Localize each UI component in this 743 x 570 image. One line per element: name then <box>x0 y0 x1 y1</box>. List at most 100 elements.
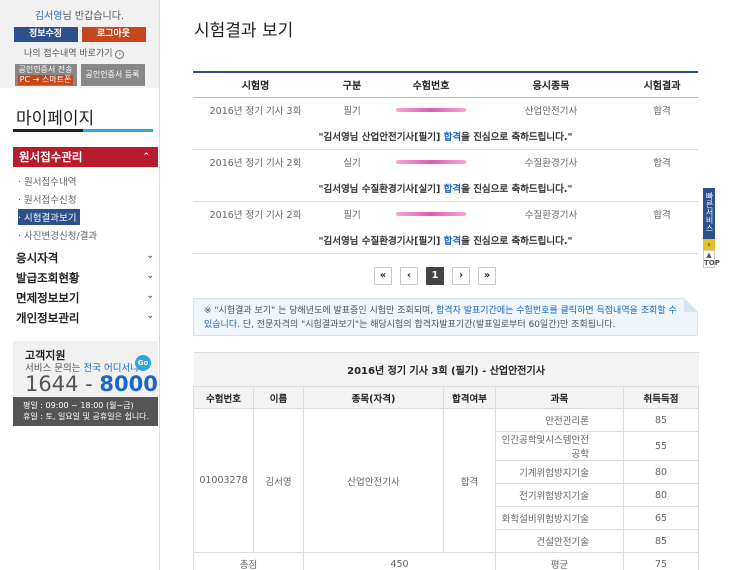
sidebar-subitem-apply[interactable]: · 원서접수신청 <box>18 192 77 206</box>
detail-header-row: 수험번호 이름 종목(자격) 합격여부 과목 취득득점 <box>193 386 700 409</box>
shortcut-link[interactable]: 나의 접수내역 바로가기 › <box>0 46 159 59</box>
cert-transfer-button[interactable]: 공인인증서 전송 PC → 스마트폰 <box>14 64 77 86</box>
msg-part: "김서영님 수질환경기사[실기] <box>318 183 444 195</box>
exam-type: 실기 <box>343 158 361 170</box>
detail-pass: 합격 <box>443 408 496 553</box>
page-title: 시험결과 보기 <box>194 21 294 41</box>
chevron-down-icon: ⌄ <box>146 311 154 321</box>
sidebar-item-privacy[interactable]: 개인정보관리 ⌄ <box>16 310 154 326</box>
cert-register-button[interactable]: 공인인증서 등록 <box>80 64 145 86</box>
col-score: 취득득점 <box>622 386 700 409</box>
exam-number-link[interactable] <box>386 201 476 227</box>
subitem-label: 원서접수내역 <box>24 177 77 188</box>
table-row: 2016년 정기 기사 2회 필기 수질환경기사 합격 <box>193 201 698 227</box>
total-label: 총점 <box>193 552 304 570</box>
sidebar-item-exemption[interactable]: 면제정보보기 ⌄ <box>16 290 154 306</box>
sidebar-item-qualification[interactable]: 응시자격 ⌄ <box>16 250 154 266</box>
user-name: 김서영 <box>34 11 63 22</box>
results-table: 시험명 구분 수험번호 응시종목 시험결과 2016년 정기 기사 3회 필기 … <box>193 71 698 254</box>
menu-label: 개인정보관리 <box>16 311 80 325</box>
msg-part: 을 진심으로 축하드립니다." <box>461 131 573 143</box>
menu-label: 면제정보보기 <box>16 291 80 305</box>
notice-text: ※ "시험결과 보기" 는 당해년도에 발표중인 시험만 조회되며, <box>204 306 437 316</box>
go-icon[interactable]: Go <box>135 355 151 371</box>
exam-type: 필기 <box>343 106 361 118</box>
sidebar-subitem-photo-change[interactable]: · 사진변경신청/결과 <box>18 228 97 242</box>
congrats-row: "김서영님 수질환경기사[실기] 합격을 진심으로 축하드립니다." <box>193 175 698 202</box>
phone-highlight: 8000 <box>99 372 158 396</box>
next-page-button[interactable]: › <box>452 267 470 285</box>
sidebar: 김서영님 반갑습니다. 정보수정 로그아웃 나의 접수내역 바로가기 › 공인인… <box>0 0 160 570</box>
subject-score: 55 <box>622 431 700 461</box>
last-page-button[interactable]: » <box>478 267 496 285</box>
shortcut-label: 나의 접수내역 바로가기 <box>24 49 113 59</box>
subject-score: 80 <box>622 460 700 484</box>
sidebar-subitem-application-history[interactable]: · 원서접수내역 <box>18 174 77 188</box>
quick-service-label: 빠른서비스 <box>705 192 714 232</box>
col-exam-number: 수험번호 <box>386 72 476 98</box>
sidebar-item-issuance[interactable]: 발급조회현황 ⌄ <box>16 270 154 286</box>
col-name: 이름 <box>253 386 304 409</box>
exam-subject: 수질환경기사 <box>524 210 578 222</box>
exam-name: 2016년 정기 기사 2회 <box>209 158 302 170</box>
detail-caption: 2016년 정기 기사 3회 (필기) - 산업안전기사 <box>193 352 699 387</box>
congrats-message: "김서영님 산업안전기사[필기] 합격을 진심으로 축하드립니다." <box>193 123 698 150</box>
scroll-top-button[interactable]: ▲ TOP <box>703 250 720 268</box>
total-row: 총점 450 평균 75 <box>193 552 700 570</box>
detail-name: 김서영 <box>253 408 304 553</box>
average-label: 평균 <box>495 552 624 570</box>
prev-page-button[interactable]: ‹ <box>400 267 418 285</box>
user-box: 김서영님 반갑습니다. 정보수정 로그아웃 나의 접수내역 바로가기 › 공인인… <box>0 0 159 88</box>
arrow-right-icon: › <box>115 50 125 59</box>
chevron-up-icon: ⌃ <box>142 152 150 162</box>
cert-transfer-sub: PC → 스마트폰 <box>17 75 74 85</box>
col-exam-name: 시험명 <box>193 72 318 98</box>
subject-name: 기계위험방지기술 <box>495 460 624 484</box>
msg-part: "김서영님 산업안전기사[필기] <box>318 131 444 143</box>
support-hours: 평일 : 09:00 ~ 18:00 (월~금) 휴일 : 토, 일요일 및 공… <box>13 397 158 426</box>
title-underline <box>13 129 153 132</box>
chevron-down-icon: ⌄ <box>146 291 154 301</box>
menu-label: 응시자격 <box>16 251 59 265</box>
col-type: 구분 <box>318 72 386 98</box>
msg-part: 을 진심으로 축하드립니다." <box>461 235 573 247</box>
table-row: 2016년 정기 기사 3회 필기 산업안전기사 합격 <box>193 97 698 123</box>
congrats-message: "김서영님 수질환경기사[필기] 합격을 진심으로 축하드립니다." <box>193 227 698 254</box>
top-label: TOP <box>704 259 720 267</box>
page-1-button[interactable]: 1 <box>426 267 444 285</box>
msg-part: "김서영님 수질환경기사[필기] <box>318 235 444 247</box>
average-value: 75 <box>622 552 700 570</box>
total-value: 450 <box>303 552 496 570</box>
msg-highlight: 합격 <box>443 131 462 143</box>
first-page-button[interactable]: « <box>374 267 392 285</box>
edit-info-button[interactable]: 정보수정 <box>13 27 78 42</box>
masked-number <box>396 160 466 165</box>
col-result: 시험결과 <box>626 72 698 98</box>
subject-score: 80 <box>622 483 700 507</box>
subitem-label: 원서접수신청 <box>24 195 77 206</box>
sidebar-section-application[interactable]: 원서접수관리 ⌃ <box>13 147 158 167</box>
subitem-label: 사진변경신청/결과 <box>24 231 98 242</box>
section-label: 원서접수관리 <box>19 150 83 164</box>
col-exam-number: 수험번호 <box>193 386 254 409</box>
score-detail-table: 2016년 정기 기사 3회 (필기) - 산업안전기사 수험번호 이름 종목(… <box>193 352 700 570</box>
col-subject: 응시종목 <box>476 72 626 98</box>
pagination: « ‹ 1 › » <box>374 267 496 285</box>
detail-exam-number: 01003278 <box>193 408 254 553</box>
subitem-label: 시험결과보기 <box>24 213 77 224</box>
msg-highlight: 합격 <box>443 235 462 247</box>
page-fold-icon <box>684 298 698 312</box>
exam-number-link[interactable] <box>386 149 476 175</box>
col-pass: 합격여부 <box>443 386 496 409</box>
subject-name: 건설안전기술 <box>495 529 624 553</box>
sidebar-subitem-results[interactable]: · 시험결과보기 <box>18 209 80 225</box>
masked-number <box>396 108 466 113</box>
cert-transfer-label: 공인인증서 전송 <box>18 65 73 74</box>
menu-label: 발급조회현황 <box>16 271 80 285</box>
subject-name: 인간공학및시스템안전공학 <box>495 431 624 461</box>
greeting-text: 님 반갑습니다. <box>62 11 125 22</box>
logout-button[interactable]: 로그아웃 <box>81 27 146 42</box>
exam-number-link[interactable] <box>386 97 476 123</box>
sidebar-title: 마이페이지 <box>16 109 95 129</box>
detail-qualification: 산업안전기사 <box>303 408 444 553</box>
